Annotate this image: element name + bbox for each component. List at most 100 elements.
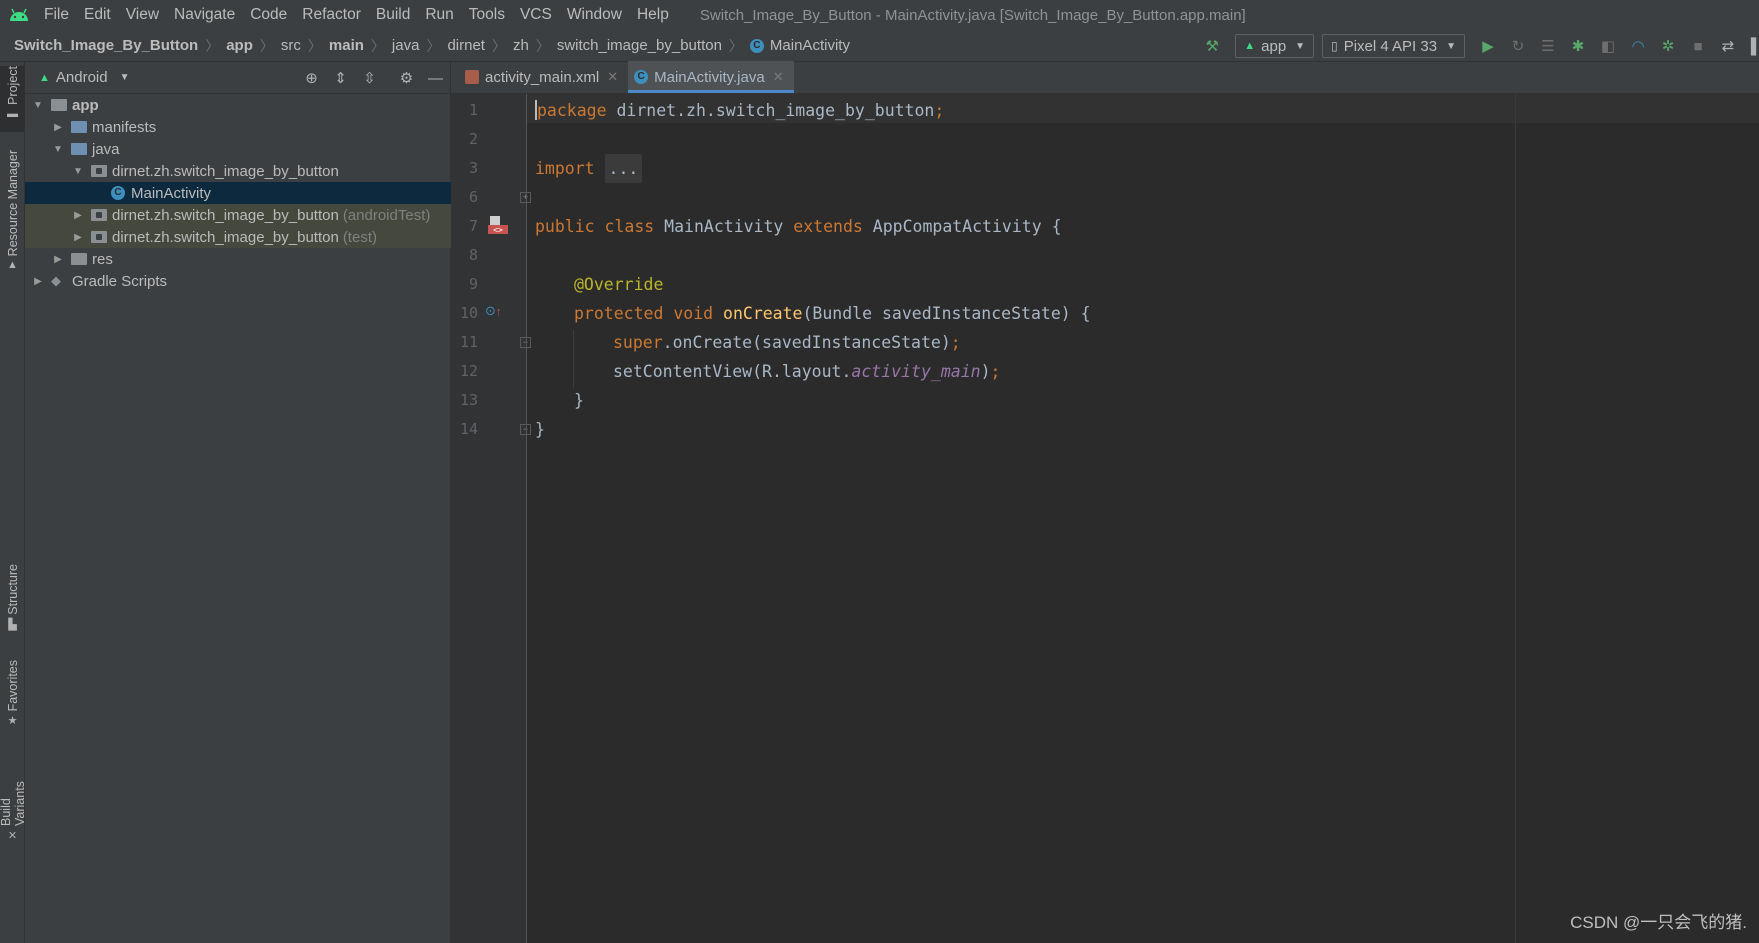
menu-build[interactable]: Build — [376, 6, 410, 24]
gutter-divider — [526, 94, 527, 943]
dropdown-arrow-icon[interactable]: ▼ — [120, 72, 130, 83]
project-tool-button[interactable]: Project ▬ — [0, 66, 25, 132]
chevron-down-icon[interactable]: ▼ — [31, 100, 45, 111]
tree-item-package-test[interactable]: ▶ dirnet.zh.switch_image_by_button (test… — [25, 226, 451, 248]
menu-refactor[interactable]: Refactor — [302, 6, 361, 24]
main-toolbar: ⚒ ▲ app ▼ ▯ Pixel 4 API 33 ▼ ▶ ↻ ☰ ✱ ◧ ◠… — [1197, 30, 1759, 62]
menu-help[interactable]: Help — [637, 6, 669, 24]
breadcrumb-class[interactable]: MainActivity — [770, 37, 850, 54]
chevron-right-icon[interactable]: ▶ — [51, 122, 65, 133]
tree-item-mainactivity[interactable]: C MainActivity — [25, 182, 451, 204]
locate-target-icon[interactable]: ⊕ — [297, 69, 326, 87]
menu-run[interactable]: Run — [425, 6, 453, 24]
build-variants-tool-label: Build Variants — [0, 781, 27, 826]
tree-item-label: java — [92, 140, 120, 158]
build-variants-tool-button[interactable]: Build Variants ✕ — [0, 752, 27, 842]
code-area[interactable]: package dirnet.zh.switch_image_by_button… — [535, 94, 1759, 943]
chevron-right-icon[interactable]: ▶ — [71, 232, 85, 243]
breadcrumb-package[interactable]: switch_image_by_button — [557, 37, 722, 54]
device-select[interactable]: ▯ Pixel 4 API 33 ▼ — [1322, 34, 1465, 58]
tree-item-app[interactable]: ▼ app — [25, 94, 451, 116]
project-view-selector[interactable]: Android — [56, 69, 108, 86]
debug-icon[interactable]: ✱ — [1563, 30, 1593, 62]
menu-code[interactable]: Code — [250, 6, 287, 24]
build-variants-icon: ✕ — [7, 830, 18, 842]
menu-window[interactable]: Window — [567, 6, 622, 24]
layout-file-link-icon[interactable]: <> — [487, 214, 509, 236]
close-icon[interactable]: ✕ — [773, 69, 784, 85]
device-manager-icon[interactable]: ⇄ — [1713, 30, 1743, 62]
breadcrumb-dirnet[interactable]: dirnet — [447, 37, 485, 54]
profiler-gauge-icon[interactable]: ◠ — [1623, 30, 1653, 62]
code-token: extends — [793, 217, 863, 236]
profile-icon[interactable]: ◧ — [1593, 30, 1623, 62]
code-token: protected void — [574, 304, 714, 323]
editor-tabs: activity_main.xml ✕ C MainActivity.java … — [451, 61, 1759, 94]
chevron-right-icon[interactable]: ▶ — [51, 254, 65, 265]
tree-item-label: MainActivity — [131, 184, 212, 202]
resource-manager-tool-button[interactable]: Resource Manager ▲ — [0, 150, 25, 280]
code-line-3: import ... — [535, 154, 643, 183]
gear-icon[interactable]: ⚙ — [392, 69, 421, 87]
expand-all-icon[interactable]: ⇕ — [326, 69, 355, 87]
tab-activity-main-xml[interactable]: activity_main.xml ✕ — [459, 61, 628, 93]
menu-file[interactable]: File — [44, 6, 69, 24]
rerun-icon[interactable]: ↻ — [1503, 30, 1533, 62]
indent-guide — [573, 330, 574, 388]
structure-tool-button[interactable]: Structure ▙ — [0, 564, 25, 638]
tree-item-res[interactable]: ▶ res — [25, 248, 451, 270]
breadcrumb-separator-icon: 〉 — [370, 37, 385, 54]
run-icon[interactable]: ▶ — [1473, 30, 1503, 62]
tree-item-gradle-scripts[interactable]: ▶ ◆ Gradle Scripts — [25, 270, 451, 292]
breadcrumb-separator-icon: 〉 — [535, 37, 550, 54]
breadcrumb-main[interactable]: main — [329, 37, 364, 54]
breadcrumb-zh[interactable]: zh — [513, 37, 529, 54]
menu-edit[interactable]: Edit — [84, 6, 111, 24]
menu-tools[interactable]: Tools — [469, 6, 505, 24]
line-number: 11 — [459, 333, 478, 351]
editor-gutter[interactable]: 1 2 3 6 7 8 9 10 11 12 13 14 <> ⊙↑ + − − — [451, 94, 531, 943]
tree-item-java[interactable]: ▼ java — [25, 138, 451, 160]
breadcrumb-java[interactable]: java — [392, 37, 420, 54]
tree-item-manifests[interactable]: ▶ manifests — [25, 116, 451, 138]
run-config-select[interactable]: ▲ app ▼ — [1235, 34, 1315, 58]
chevron-down-icon[interactable]: ▼ — [71, 166, 85, 177]
sdk-manager-icon[interactable]: ▐ — [1743, 30, 1759, 62]
line-number: 1 — [468, 101, 478, 119]
favorites-tool-button[interactable]: Favorites ★ — [0, 660, 25, 732]
apply-changes-icon[interactable]: ☰ — [1533, 30, 1563, 62]
tab-label: MainActivity.java — [654, 68, 765, 86]
hammer-icon[interactable]: ⚒ — [1197, 30, 1227, 62]
override-method-icon[interactable]: ⊙↑ — [485, 303, 501, 319]
tree-item-package-main[interactable]: ▼ dirnet.zh.switch_image_by_button — [25, 160, 451, 182]
chevron-down-icon[interactable]: ▼ — [51, 144, 65, 155]
breadcrumb-src[interactable]: src — [281, 37, 301, 54]
line-number: 14 — [459, 420, 478, 438]
minimize-icon[interactable]: — — [421, 70, 450, 87]
attach-debugger-icon[interactable]: ✲ — [1653, 30, 1683, 62]
menu-view[interactable]: View — [126, 6, 159, 24]
tab-mainactivity-java[interactable]: C MainActivity.java ✕ — [628, 61, 794, 93]
close-icon[interactable]: ✕ — [607, 69, 618, 85]
breadcrumb-project[interactable]: Switch_Image_By_Button — [14, 37, 198, 54]
chevron-right-icon[interactable]: ▶ — [71, 210, 85, 221]
folded-imports[interactable]: ... — [604, 154, 643, 183]
chevron-right-icon[interactable]: ▶ — [31, 276, 45, 287]
collapse-all-icon[interactable]: ⇳ — [355, 69, 384, 87]
menu-vcs[interactable]: VCS — [520, 6, 552, 24]
project-tool-label: Project — [5, 66, 20, 105]
line-number: 10 — [459, 304, 478, 322]
menu-navigate[interactable]: Navigate — [174, 6, 235, 24]
code-line-1: package dirnet.zh.switch_image_by_button… — [535, 96, 944, 125]
breadcrumb-module[interactable]: app — [226, 37, 253, 54]
tree-item-package-androidtest[interactable]: ▶ dirnet.zh.switch_image_by_button (andr… — [25, 204, 451, 226]
code-line-11: super.onCreate(savedInstanceState); — [613, 328, 961, 357]
left-tool-stripe: Project ▬ Resource Manager ▲ Structure ▙… — [0, 62, 27, 943]
stop-icon[interactable]: ■ — [1683, 30, 1713, 62]
code-editor: activity_main.xml ✕ C MainActivity.java … — [451, 61, 1759, 943]
package-icon — [91, 231, 107, 243]
code-line-12: setContentView(R.layout.activity_main); — [613, 357, 1000, 386]
java-class-icon: C — [634, 70, 649, 84]
code-token: MainActivity — [654, 217, 794, 236]
java-class-icon: C — [749, 38, 764, 53]
